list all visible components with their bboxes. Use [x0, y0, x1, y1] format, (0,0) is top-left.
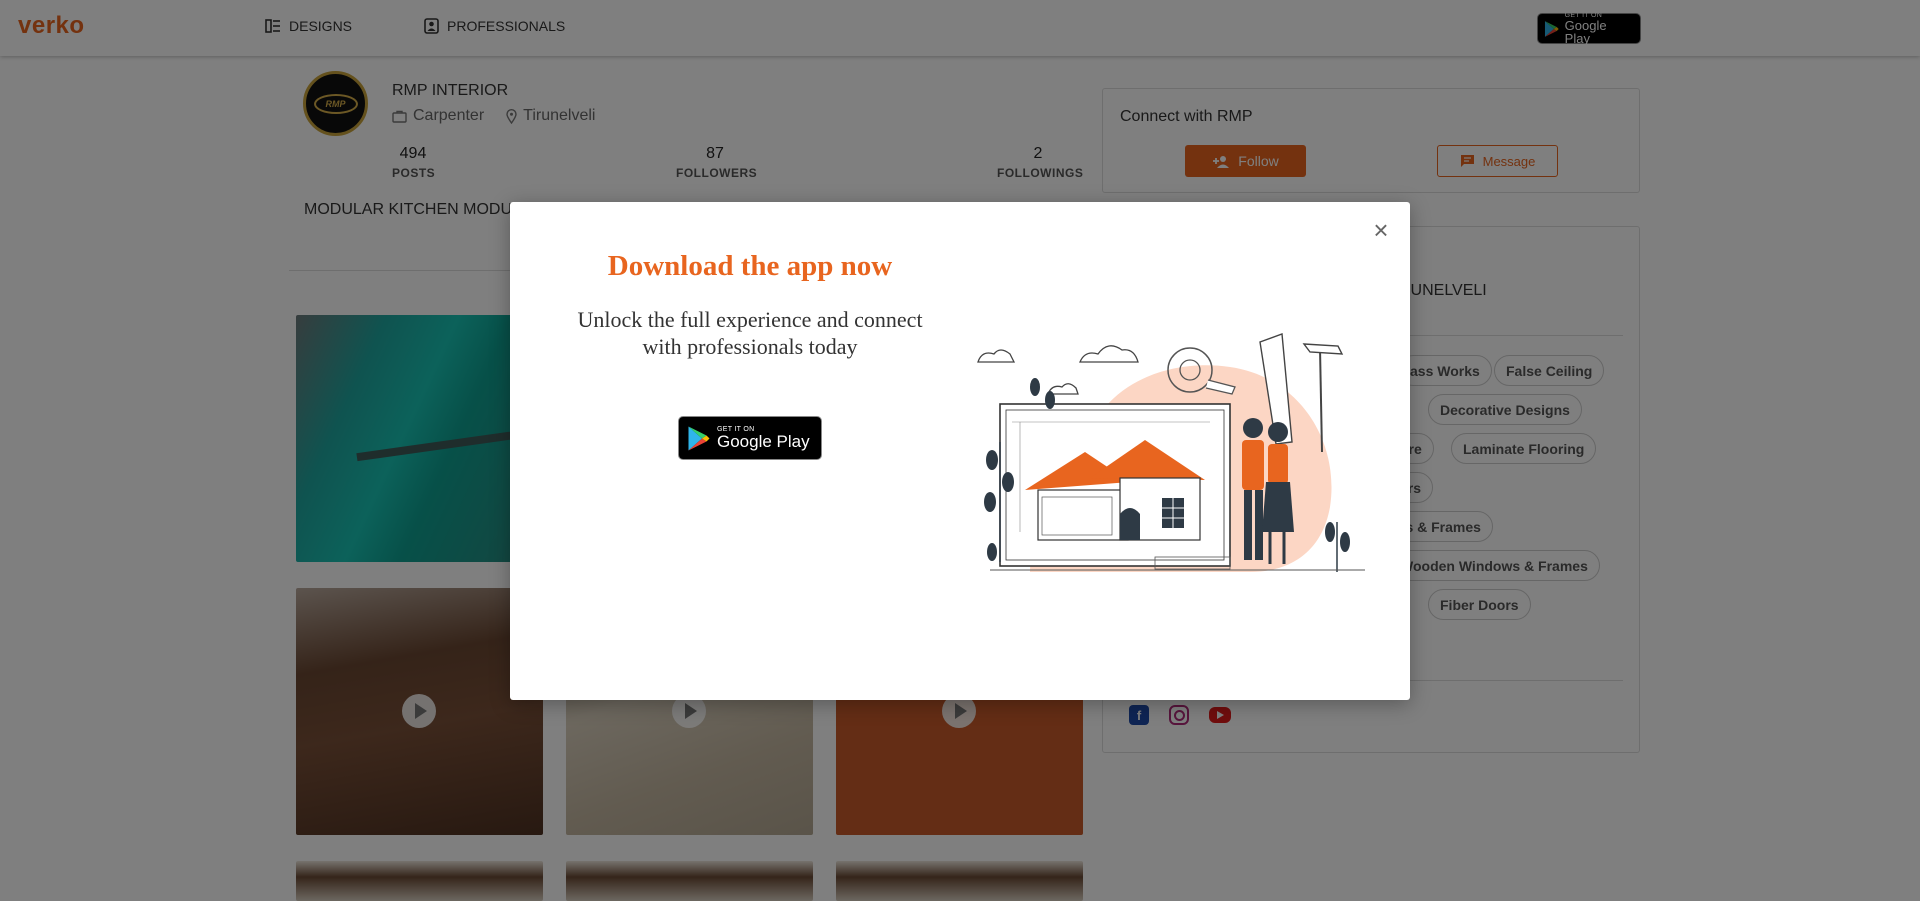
modal-subtitle: Unlock the full experience and connect w…: [577, 307, 923, 359]
google-play-icon: [688, 426, 710, 450]
modal-google-play-badge[interactable]: GET IT ON Google Play: [678, 416, 822, 460]
house-couple-illustration: [977, 333, 1365, 572]
close-icon[interactable]: ×: [1370, 217, 1392, 243]
modal-title: Download the app now: [607, 250, 893, 282]
badge-big-text: Google Play: [717, 432, 810, 451]
download-app-modal: × Download the app now Unlock the full e…: [510, 202, 1410, 700]
